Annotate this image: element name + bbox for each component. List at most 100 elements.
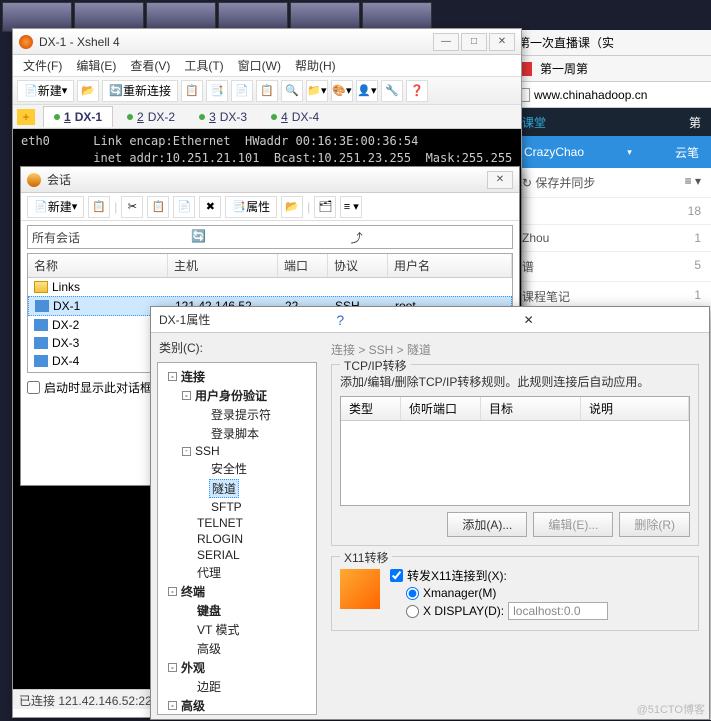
tree-node[interactable]: SERIAL — [174, 547, 314, 563]
tree-node[interactable]: VT 模式 — [174, 620, 314, 639]
titlebar[interactable]: DX-1属性 ? ✕ — [151, 307, 709, 333]
tree-node[interactable]: SFTP — [188, 499, 314, 515]
add-button[interactable]: 添加(A)... — [447, 512, 527, 537]
tree-node[interactable]: 键盘 — [174, 601, 314, 620]
edit-button[interactable]: 编辑(E)... — [533, 512, 613, 537]
address-bar[interactable]: www.chinahadoop.cn — [512, 82, 711, 108]
tool-icon[interactable]: 🔧 — [381, 80, 403, 102]
browser-tabs[interactable]: 第一次直播课（实 — [512, 30, 711, 56]
col-target[interactable]: 目标 — [481, 397, 581, 420]
tree-node[interactable]: 高级 — [174, 639, 314, 658]
checkbox-input[interactable] — [27, 381, 40, 394]
tree-node[interactable]: -连接 — [160, 367, 314, 386]
refresh-icon[interactable]: 🔄 — [191, 229, 348, 245]
col-type[interactable]: 类型 — [341, 397, 401, 420]
tool-icon[interactable]: 📑 — [206, 80, 228, 102]
tree-node[interactable]: 登录脚本 — [188, 424, 314, 443]
tree-node[interactable]: 登录提示符 — [188, 405, 314, 424]
col-name[interactable]: 名称 — [28, 254, 168, 277]
tree-node[interactable]: 代理 — [174, 563, 314, 582]
close-button[interactable]: ✕ — [489, 33, 515, 51]
menu-help[interactable]: 帮助(H) — [289, 55, 342, 76]
view-icon[interactable]: ≡ ▾ — [340, 196, 362, 218]
tree-node[interactable]: RLOGIN — [174, 531, 314, 547]
tree-node[interactable]: 安全性 — [188, 459, 314, 478]
view-icon[interactable]: 🗂 — [314, 196, 336, 218]
cut-icon[interactable]: ✂ — [121, 196, 143, 218]
radio-input[interactable] — [406, 587, 419, 600]
paste-icon[interactable]: 📄 — [173, 196, 195, 218]
menu-window[interactable]: 窗口(W) — [232, 55, 287, 76]
toggle-icon[interactable]: - — [168, 372, 177, 381]
up-icon[interactable]: ⤴ — [351, 229, 508, 245]
session-tab[interactable]: 2 DX-2 — [117, 106, 185, 127]
delete-button[interactable]: 删除(R) — [619, 512, 690, 537]
tree-node[interactable]: -终端 — [160, 582, 314, 601]
col-port[interactable]: 端口 — [278, 254, 328, 277]
toggle-icon[interactable]: - — [168, 587, 177, 596]
titlebar[interactable]: 会话 ✕ — [21, 167, 519, 193]
toggle-icon[interactable]: - — [168, 701, 177, 710]
delete-icon[interactable]: ✖ — [199, 196, 221, 218]
list-header[interactable]: 名称 主机 端口 协议 用户名 — [28, 254, 512, 278]
col-user[interactable]: 用户名 — [388, 254, 512, 277]
col-listen[interactable]: 侦听端口 — [401, 397, 481, 420]
xmanager-radio[interactable]: Xmanager(M) — [406, 586, 608, 600]
tool-icon[interactable]: 📁▾ — [306, 80, 328, 102]
x11-forward-checkbox[interactable]: 转发X11连接到(X): — [390, 567, 608, 584]
list-icon[interactable]: ≡ ▾ — [685, 174, 701, 191]
tree-node[interactable]: -用户身份验证 — [174, 386, 314, 405]
xdisplay-input[interactable] — [508, 602, 608, 620]
list-item[interactable]: Links — [28, 278, 512, 296]
col-desc[interactable]: 说明 — [581, 397, 689, 420]
tree-node[interactable]: -高级 — [160, 696, 314, 715]
list-item[interactable]: 谱5 — [512, 252, 711, 282]
copy-icon[interactable]: 📋 — [147, 196, 169, 218]
open-button[interactable]: 📂 — [77, 80, 99, 102]
help-button[interactable]: ? — [336, 312, 513, 328]
tool-icon[interactable]: 📋 — [256, 80, 278, 102]
tool-icon[interactable]: 📄 — [231, 80, 253, 102]
col-host[interactable]: 主机 — [168, 254, 278, 277]
new-button[interactable]: 📄 新建 ▾ — [27, 196, 84, 218]
maximize-button[interactable]: □ — [461, 33, 487, 51]
tool-icon[interactable]: 📋 — [181, 80, 203, 102]
sync-row[interactable]: ↻ 保存并同步 ≡ ▾ — [512, 168, 711, 198]
tree-node[interactable]: 边距 — [174, 677, 314, 696]
help-icon[interactable]: ❓ — [406, 80, 428, 102]
new-button[interactable]: 📄 新建 ▾ — [17, 80, 74, 102]
category-tree[interactable]: -连接-用户身份验证登录提示符登录脚本-SSH安全性隧道SFTPTELNETRL… — [157, 362, 317, 715]
tool-icon[interactable]: 👤▾ — [356, 80, 378, 102]
session-tab[interactable]: 3 DX-3 — [189, 106, 257, 127]
menu-tools[interactable]: 工具(T) — [178, 55, 229, 76]
browser-tab[interactable]: 第一周第 — [540, 60, 588, 77]
minimize-button[interactable]: — — [433, 33, 459, 51]
add-tab-button[interactable]: + — [17, 109, 35, 125]
tool-icon[interactable]: 🎨▾ — [331, 80, 353, 102]
toggle-icon[interactable]: - — [182, 447, 191, 456]
close-button[interactable]: ✕ — [487, 171, 513, 189]
rules-table[interactable]: 类型 侦听端口 目标 说明 — [340, 396, 690, 506]
list-item[interactable]: Zhou1 — [512, 225, 711, 252]
menu-view[interactable]: 查看(V) — [124, 55, 176, 76]
reconnect-button[interactable]: 🔄 重新连接 — [102, 80, 178, 102]
radio-input[interactable] — [406, 605, 419, 618]
col-proto[interactable]: 协议 — [328, 254, 388, 277]
checkbox-input[interactable] — [390, 569, 403, 582]
menubar[interactable]: 文件(F) 编辑(E) 查看(V) 工具(T) 窗口(W) 帮助(H) — [13, 55, 521, 77]
menu-file[interactable]: 文件(F) — [17, 55, 68, 76]
table-header[interactable]: 类型 侦听端口 目标 说明 — [341, 397, 689, 421]
browser-tab[interactable]: 第一次直播课（实 — [518, 34, 614, 51]
toggle-icon[interactable]: - — [168, 663, 177, 672]
tree-node[interactable]: -SSH — [174, 443, 314, 459]
titlebar[interactable]: DX-1 - Xshell 4 — □ ✕ — [13, 29, 521, 55]
menu-edit[interactable]: 编辑(E) — [70, 55, 122, 76]
list-item[interactable]: 18 — [512, 198, 711, 225]
path-bar[interactable]: 所有会话 🔄 ⤴ — [27, 225, 513, 249]
properties-button[interactable]: 📑 属性 — [225, 196, 277, 218]
cloud-note[interactable]: 云笔 — [675, 144, 699, 161]
search-icon[interactable]: 🔍 — [281, 80, 303, 102]
toggle-icon[interactable]: - — [182, 391, 191, 400]
tool-icon[interactable]: 📋 — [88, 196, 110, 218]
session-tab[interactable]: 4 DX-4 — [261, 106, 329, 127]
